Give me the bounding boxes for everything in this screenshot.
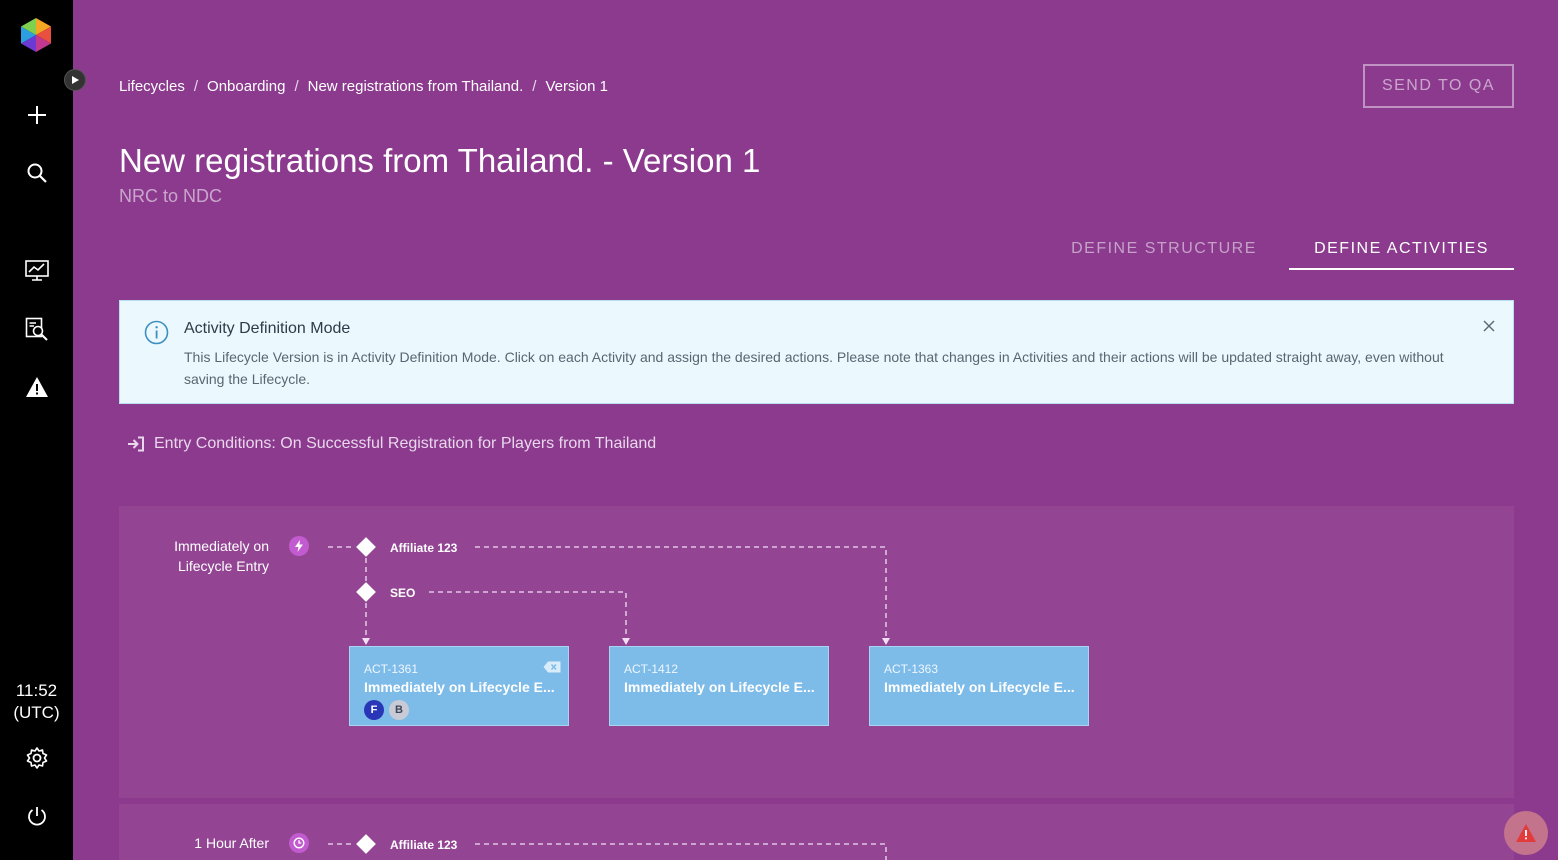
- avatar: B: [389, 700, 409, 720]
- activity-id: ACT-1361: [364, 662, 419, 676]
- entry-conditions: Entry Conditions: On Successful Registra…: [127, 435, 656, 453]
- search-button[interactable]: [0, 153, 73, 193]
- alert-button[interactable]: [1504, 811, 1548, 855]
- flow-connectors: [328, 843, 887, 860]
- branch-label-affiliate: Affiliate 123: [390, 541, 458, 555]
- activity-name: Immediately on Lifecycle E...: [624, 679, 815, 695]
- close-icon[interactable]: [1481, 318, 1497, 334]
- monitor-chart-icon: [24, 260, 49, 281]
- activity-card[interactable]: ACT-1412 Immediately on Lifecycle E...: [609, 646, 829, 726]
- breadcrumb-separator: /: [532, 78, 537, 95]
- branch-label-affiliate: Affiliate 123: [390, 838, 458, 852]
- reports-button[interactable]: [0, 309, 73, 349]
- tab-define-structure[interactable]: DEFINE STRUCTURE: [1039, 230, 1289, 270]
- avatar: F: [364, 700, 384, 720]
- branch-node-seo[interactable]: [356, 582, 376, 602]
- flow-row-one-hour: 1 Hour After Affiliate 123: [119, 804, 1514, 860]
- flow-row-immediate: Immediately on Lifecycle Entry Affiliate…: [119, 506, 1514, 798]
- dashboard-button[interactable]: [0, 251, 73, 291]
- send-to-qa-button[interactable]: SEND TO QA: [1363, 64, 1514, 108]
- breadcrumb-separator: /: [294, 78, 299, 95]
- trigger-lightning-icon: [289, 536, 309, 556]
- tabs: DEFINE STRUCTURE DEFINE ACTIVITIES: [1039, 230, 1514, 270]
- activity-card[interactable]: ACT-1361 Immediately on Lifecycle E... F…: [349, 646, 569, 726]
- activity-card[interactable]: ACT-1363 Immediately on Lifecycle E...: [869, 646, 1089, 726]
- branch-node-affiliate[interactable]: [356, 834, 376, 854]
- warning-icon: [1516, 824, 1536, 842]
- entry-conditions-text: Entry Conditions: On Successful Registra…: [154, 435, 657, 452]
- branch-label-seo: SEO: [390, 586, 416, 600]
- info-icon: [144, 320, 169, 345]
- activity-id: ACT-1363: [884, 662, 939, 676]
- sidebar-expand-button[interactable]: [64, 69, 86, 91]
- play-icon: [72, 76, 79, 84]
- power-icon: [27, 807, 46, 826]
- row-label-immediate: Immediately on Lifecycle Entry: [174, 538, 269, 574]
- alerts-button[interactable]: [0, 367, 73, 407]
- main-content: Lifecycles / Onboarding / New registrati…: [73, 0, 1558, 860]
- report-search-icon: [25, 317, 48, 341]
- logout-button[interactable]: [0, 796, 73, 836]
- breadcrumb-onboarding[interactable]: Onboarding: [207, 78, 285, 95]
- app-logo-icon[interactable]: [18, 17, 54, 53]
- breadcrumb: Lifecycles / Onboarding / New registrati…: [119, 78, 608, 95]
- clock: 11:52 (UTC): [0, 680, 73, 724]
- tab-define-activities[interactable]: DEFINE ACTIVITIES: [1289, 230, 1514, 270]
- branch-node-affiliate[interactable]: [356, 537, 376, 557]
- plus-icon: [27, 106, 46, 124]
- clock-time: 11:52: [15, 681, 58, 700]
- activity-name: Immediately on Lifecycle E...: [884, 679, 1075, 695]
- breadcrumb-version: Version 1: [545, 78, 608, 95]
- activity-id: ACT-1412: [624, 662, 679, 676]
- add-button[interactable]: [0, 95, 73, 135]
- gear-icon: [26, 747, 47, 769]
- search-icon: [27, 163, 47, 183]
- info-banner: Activity Definition Mode This Lifecycle …: [119, 300, 1514, 404]
- warning-icon: [25, 377, 48, 397]
- info-body: This Lifecycle Version is in Activity De…: [184, 349, 1444, 387]
- breadcrumb-separator: /: [193, 78, 199, 95]
- sidebar: 11:52 (UTC): [0, 0, 73, 860]
- trigger-clock-icon: [289, 833, 309, 853]
- breadcrumb-lifecycles[interactable]: Lifecycles: [119, 78, 185, 95]
- activity-name: Immediately on Lifecycle E...: [364, 679, 555, 695]
- settings-button[interactable]: [0, 738, 73, 778]
- page-subtitle: NRC to NDC: [119, 186, 223, 206]
- sign-in-icon: [128, 436, 144, 452]
- row-label-one-hour: 1 Hour After: [194, 835, 269, 851]
- page-title: New registrations from Thailand. - Versi…: [119, 142, 761, 179]
- info-title: Activity Definition Mode: [184, 320, 351, 337]
- backspace-icon[interactable]: [543, 661, 561, 673]
- clock-zone: (UTC): [13, 703, 60, 722]
- breadcrumb-lifecycle[interactable]: New registrations from Thailand.: [308, 78, 524, 95]
